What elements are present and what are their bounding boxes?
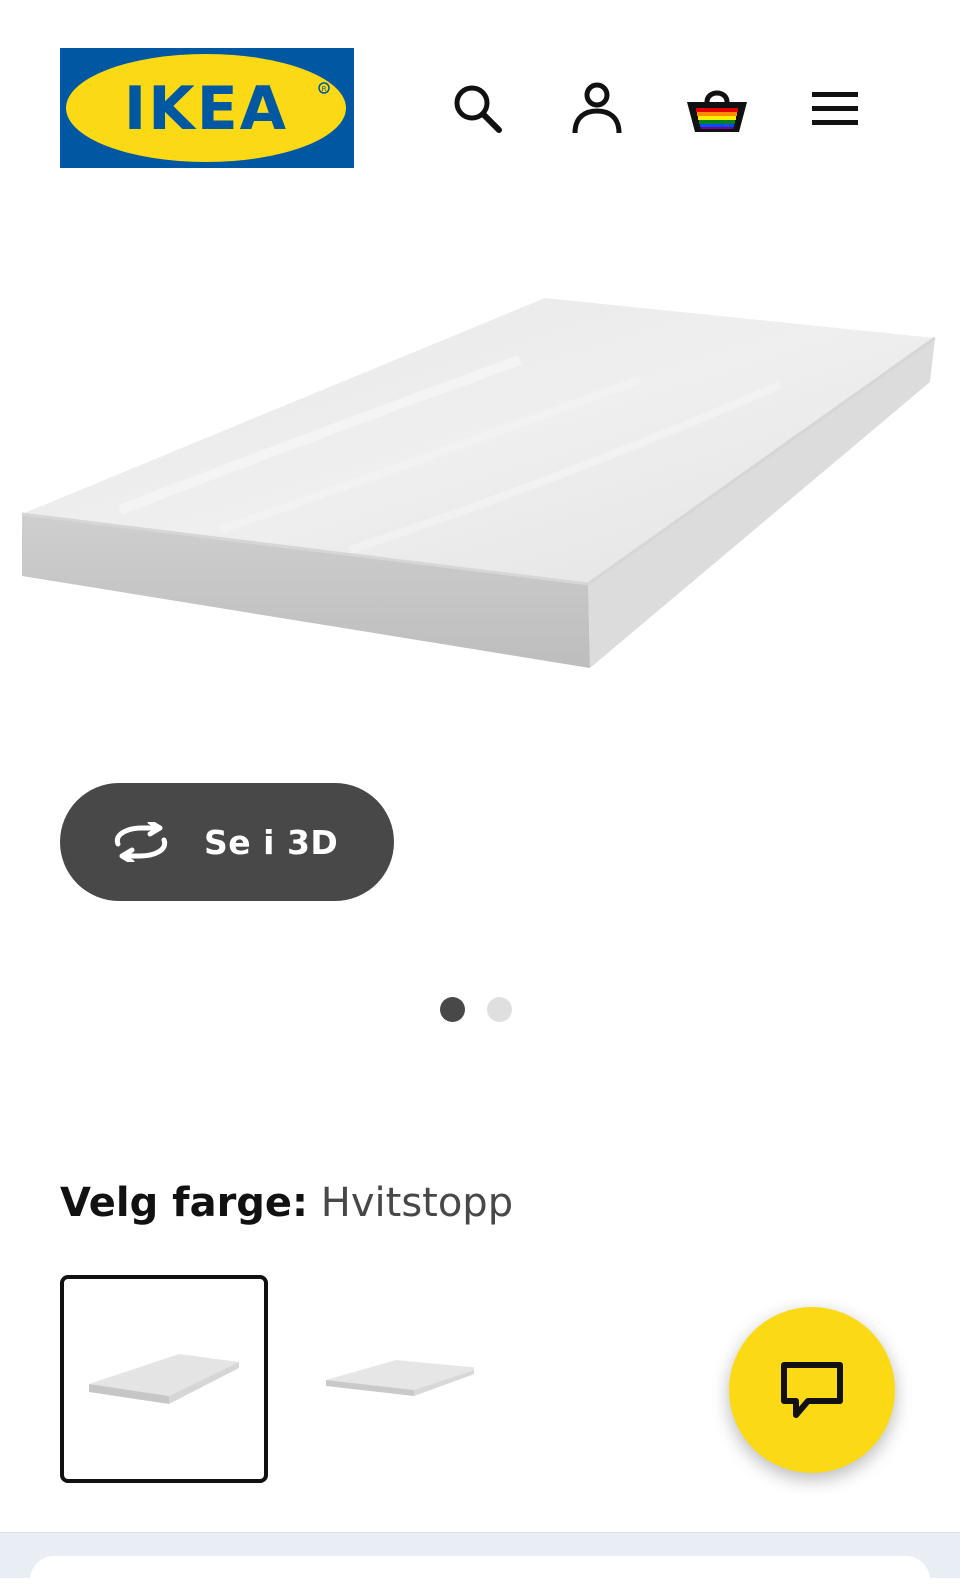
- product-image[interactable]: [0, 210, 960, 850]
- color-option-1[interactable]: [60, 1275, 268, 1483]
- carousel-dots: [440, 997, 512, 1023]
- carousel-dot-1[interactable]: [440, 997, 465, 1022]
- site-header: IKEA R: [0, 0, 960, 200]
- cart-button[interactable]: [684, 78, 750, 138]
- see-in-3d-button[interactable]: Se i 3D: [60, 783, 394, 901]
- chat-button[interactable]: [729, 1307, 895, 1473]
- search-button[interactable]: [447, 78, 507, 138]
- rotate-3d-icon: [110, 820, 176, 864]
- color-option-thumbnail: [326, 1360, 474, 1396]
- color-label: Velg farge:: [60, 1180, 309, 1226]
- selected-color-value: Hvitstopp: [320, 1180, 514, 1226]
- account-button[interactable]: [567, 78, 627, 138]
- mattress-image: [21, 298, 936, 668]
- svg-text:R: R: [322, 85, 327, 93]
- ikea-logo[interactable]: IKEA R: [60, 48, 354, 168]
- bottom-sheet-handle[interactable]: [30, 1556, 930, 1596]
- hamburger-menu-icon: [812, 92, 858, 125]
- shopping-basket-icon: [687, 90, 747, 132]
- color-picker-heading: Velg farge: Hvitstopp: [60, 1180, 513, 1226]
- logo-text: IKEA: [124, 74, 288, 144]
- see-in-3d-label: Se i 3D: [204, 822, 339, 862]
- color-option-2[interactable]: [285, 1275, 493, 1483]
- search-icon: [454, 85, 502, 133]
- user-icon: [572, 82, 622, 134]
- menu-button[interactable]: [805, 78, 865, 138]
- chat-bubble-icon: [781, 1362, 843, 1418]
- ikea-logo-graphic: IKEA R: [60, 48, 354, 168]
- color-option-thumbnail: [89, 1354, 239, 1404]
- carousel-dot-2[interactable]: [487, 997, 512, 1022]
